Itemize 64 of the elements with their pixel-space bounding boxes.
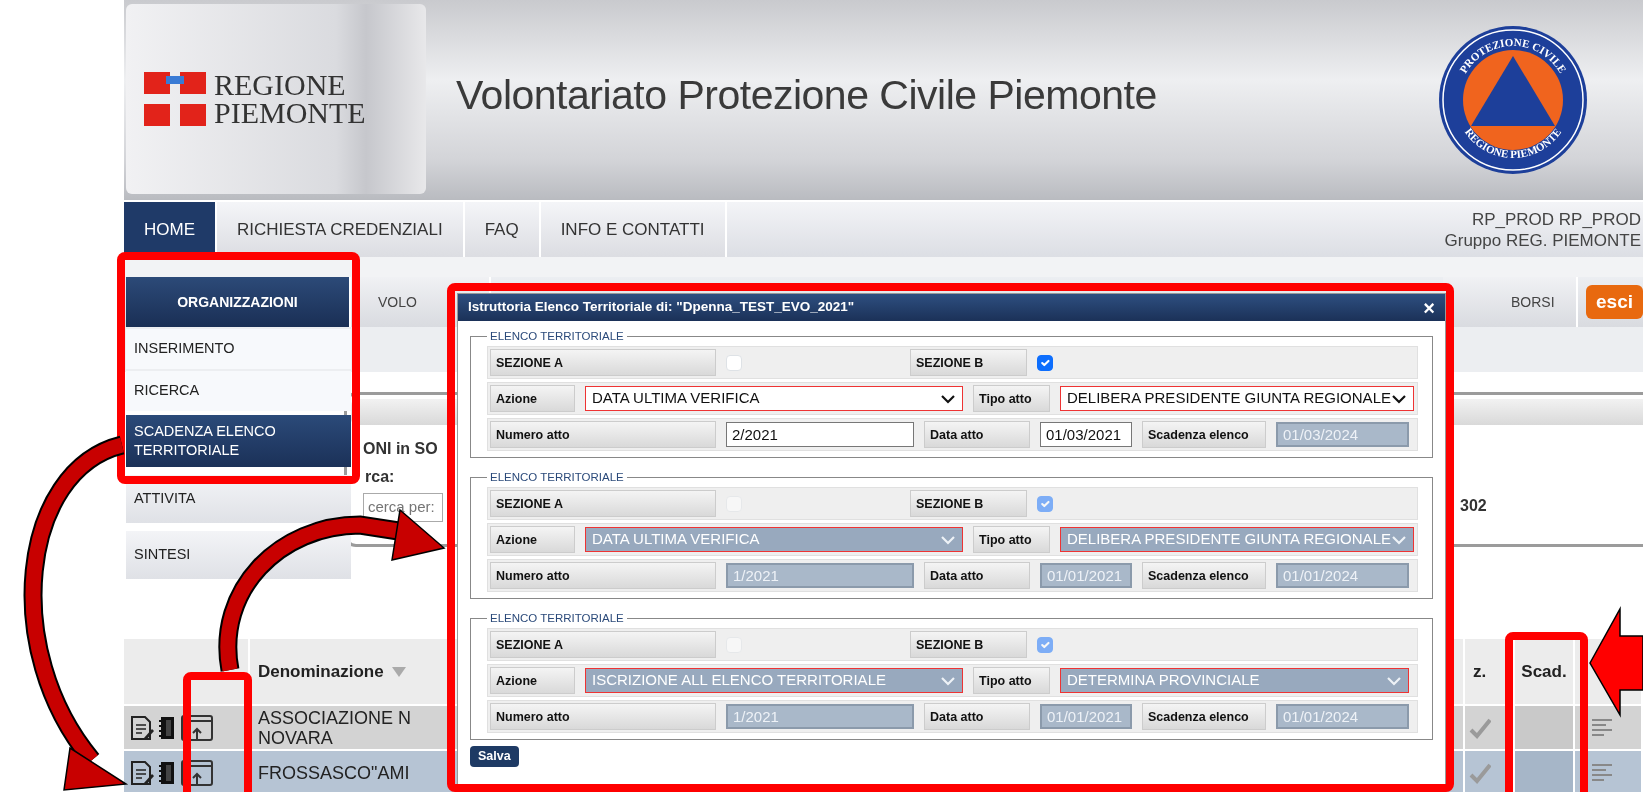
- input-field[interactable]: 01/03/2021: [1040, 422, 1132, 447]
- lines-icon[interactable]: [1591, 716, 1613, 739]
- field-label: Data atto: [924, 421, 1030, 448]
- chevron-down-icon: [940, 393, 956, 404]
- field-label: Numero atto: [490, 703, 716, 730]
- association-name: ASSOCIAZIONE N NOVARA: [258, 707, 412, 748]
- close-button[interactable]: ×: [1423, 297, 1435, 318]
- field-label: SEZIONE B: [910, 490, 1027, 517]
- chevron-down-icon: [940, 675, 956, 686]
- sort-down-icon[interactable]: [391, 666, 406, 677]
- menu-item[interactable]: INSERIMENTO: [126, 329, 351, 369]
- field-label: Numero atto: [490, 562, 716, 589]
- field-label: SEZIONE B: [910, 631, 1027, 658]
- user-group: Gruppo REG. PIEMONTE: [1444, 229, 1641, 251]
- input-field[interactable]: 2/2021: [726, 422, 914, 447]
- save-button[interactable]: Salva: [470, 746, 519, 767]
- logo-text: PIEMONTE: [214, 99, 366, 127]
- section-legend: ELENCO TERRITORIALE: [487, 611, 627, 625]
- logo-text: REGIONE: [214, 71, 347, 99]
- field-label: SEZIONE A: [490, 349, 716, 376]
- panel-heading: ONI in SO: [363, 439, 439, 459]
- field-label: SEZIONE A: [490, 490, 716, 517]
- field-label: SEZIONE B: [910, 349, 1027, 376]
- section-legend: ELENCO TERRITORIALE: [487, 470, 627, 484]
- field-label: Tipo atto: [973, 667, 1050, 694]
- column-header: Scad.: [1521, 660, 1567, 683]
- chevron-down-icon: [1391, 393, 1407, 404]
- field-label: SEZIONE A: [490, 631, 716, 658]
- field-label: Data atto: [924, 562, 1030, 589]
- chevron-down-icon: [1391, 534, 1407, 545]
- result-count: 302: [1460, 495, 1488, 516]
- region-flag-icon: [144, 70, 206, 128]
- menu-item[interactable]: SCADENZA ELENCO TERRITORIALE: [126, 415, 351, 467]
- field-label: Scadenza elenco: [1142, 421, 1266, 448]
- chevron-down-icon: [1386, 675, 1402, 686]
- field-label: Data atto: [924, 703, 1030, 730]
- field-label: Azione: [490, 385, 575, 412]
- user-name: RP_PROD RP_PROD: [1470, 208, 1641, 230]
- field-label: Azione: [490, 526, 575, 553]
- chevron-down-icon: [940, 534, 956, 545]
- menu-tab[interactable]: BORSI: [1443, 277, 1578, 327]
- field-label: Scadenza elenco: [1142, 562, 1266, 589]
- section-legend: ELENCO TERRITORIALE: [487, 329, 627, 343]
- search-field[interactable]: cerca per:: [363, 493, 443, 522]
- menu-item[interactable]: RICERCA: [126, 371, 351, 411]
- field-label: Numero atto: [490, 421, 716, 448]
- check-icon: [1469, 761, 1491, 784]
- association-name: FROSSASCO"AMI: [258, 762, 410, 783]
- column-header[interactable]: Denominazione: [258, 658, 384, 685]
- field-label: Azione: [490, 667, 575, 694]
- field-label: Tipo atto: [973, 385, 1050, 412]
- check-icon: [1469, 716, 1491, 739]
- lines-icon[interactable]: [1591, 761, 1613, 784]
- field-label: Scadenza elenco: [1142, 703, 1266, 730]
- checkbox[interactable]: [1037, 354, 1053, 371]
- column-header: z.: [1472, 660, 1487, 683]
- dropdown-select[interactable]: DATA ULTIMA VERIFICA: [585, 386, 963, 411]
- search-label: rca:: [365, 467, 396, 487]
- dropdown-select[interactable]: DELIBERA PRESIDENTE GIUNTA REGIONALE: [1060, 386, 1414, 411]
- menu-tab[interactable]: ORGANIZZAZIONI: [126, 277, 351, 327]
- document-edit-icon[interactable]: [128, 713, 154, 742]
- site-title: Volontariato Protezione Civile Piemonte: [456, 71, 1157, 121]
- field-label: Tipo atto: [973, 526, 1050, 553]
- document-edit-icon[interactable]: [128, 758, 154, 787]
